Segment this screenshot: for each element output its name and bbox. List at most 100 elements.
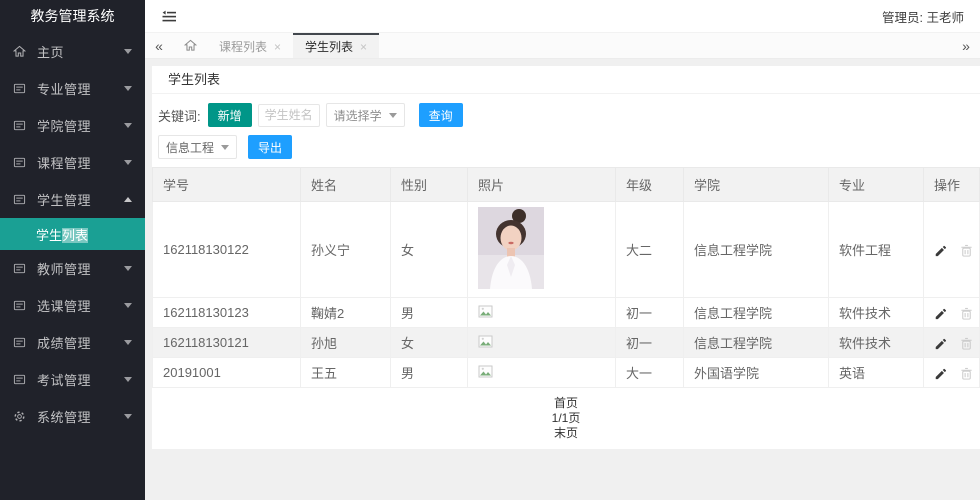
cell-major: 英语 bbox=[829, 358, 924, 388]
delete-icon[interactable] bbox=[960, 244, 973, 257]
delete-icon[interactable] bbox=[960, 367, 973, 380]
cell-grade: 大一 bbox=[616, 358, 684, 388]
sidebar-item-system-mgmt[interactable]: 系统管理 bbox=[0, 398, 145, 435]
table-row: 162118130121 孙旭 女 初一 信息工程学院 软件技术 bbox=[153, 328, 980, 358]
cell-college: 信息工程学院 bbox=[684, 328, 829, 358]
tab-bar: « 课程列表 × 学生列表 × » bbox=[145, 33, 980, 59]
table-row: 162118130123 鞠婧2 男 初一 信息工程学院 软件技术 bbox=[153, 298, 980, 328]
sidebar-item-label: 专业管理 bbox=[37, 79, 124, 98]
cell-name: 孙义宁 bbox=[301, 202, 391, 298]
cell-major: 软件工程 bbox=[829, 202, 924, 298]
chevron-down-icon bbox=[124, 49, 132, 54]
sidebar: 教务管理系统 主页 专业管理 学院管理 课 bbox=[0, 0, 145, 500]
module-icon bbox=[13, 119, 28, 132]
edit-icon[interactable] bbox=[934, 244, 947, 257]
chevron-down-icon bbox=[124, 377, 132, 382]
college-select[interactable]: 信息工程 bbox=[158, 135, 237, 159]
tab-student-list[interactable]: 学生列表 × bbox=[293, 33, 379, 58]
sidebar-item-label: 课程管理 bbox=[37, 153, 124, 172]
edit-icon[interactable] bbox=[934, 367, 947, 380]
table-row: 20191001 王五 男 大一 外国语学院 英语 bbox=[153, 358, 980, 388]
edit-icon[interactable] bbox=[934, 307, 947, 320]
export-button[interactable]: 导出 bbox=[248, 135, 292, 159]
student-table: 学号 姓名 性别 照片 年级 学院 专业 操作 162118130122 孙义宁 bbox=[152, 167, 980, 388]
tabs-scroll-left-button[interactable]: « bbox=[145, 33, 173, 58]
cell-name: 王五 bbox=[301, 358, 391, 388]
module-icon bbox=[13, 262, 28, 275]
menu-collapse-icon[interactable] bbox=[161, 9, 177, 23]
module-icon bbox=[13, 336, 28, 349]
grade-select[interactable]: 请选择学 bbox=[326, 103, 405, 127]
cell-college: 信息工程学院 bbox=[684, 298, 829, 328]
home-tab-icon[interactable] bbox=[173, 33, 207, 58]
col-grade: 年级 bbox=[616, 168, 684, 202]
add-button[interactable]: 新增 bbox=[208, 103, 252, 127]
sidebar-item-teacher-mgmt[interactable]: 教师管理 bbox=[0, 250, 145, 287]
cell-photo bbox=[468, 358, 616, 388]
cell-major: 软件技术 bbox=[829, 328, 924, 358]
table-header-row: 学号 姓名 性别 照片 年级 学院 专业 操作 bbox=[153, 168, 980, 202]
module-icon bbox=[13, 82, 28, 95]
chevron-down-icon bbox=[124, 414, 132, 419]
sidebar-item-major-mgmt[interactable]: 专业管理 bbox=[0, 70, 145, 107]
chevron-down-icon bbox=[124, 86, 132, 91]
col-gender: 性别 bbox=[391, 168, 468, 202]
last-page-link[interactable]: 末页 bbox=[152, 426, 980, 441]
close-icon[interactable]: × bbox=[274, 41, 281, 53]
delete-icon[interactable] bbox=[960, 307, 973, 320]
cell-student-id: 162118130123 bbox=[153, 298, 301, 328]
module-icon bbox=[13, 299, 28, 312]
close-icon[interactable]: × bbox=[360, 41, 367, 53]
sidebar-item-label: 教师管理 bbox=[37, 259, 124, 278]
app-title: 教务管理系统 bbox=[0, 0, 145, 33]
panel-title: 学生列表 bbox=[152, 66, 980, 94]
edit-icon[interactable] bbox=[934, 337, 947, 350]
cell-gender: 男 bbox=[391, 298, 468, 328]
sidebar-item-student-list[interactable]: 学生列表 bbox=[0, 218, 145, 250]
tab-course-list[interactable]: 课程列表 × bbox=[207, 33, 293, 58]
search-button[interactable]: 查询 bbox=[419, 103, 463, 127]
sidebar-item-college-mgmt[interactable]: 学院管理 bbox=[0, 107, 145, 144]
cell-name: 孙旭 bbox=[301, 328, 391, 358]
page-info: 1/1页 bbox=[152, 411, 980, 426]
chevron-down-icon bbox=[124, 123, 132, 128]
student-name-input[interactable] bbox=[258, 104, 320, 127]
student-photo bbox=[478, 207, 544, 289]
home-icon bbox=[13, 45, 28, 58]
cell-grade: 初一 bbox=[616, 328, 684, 358]
tabs-scroll-right-button[interactable]: » bbox=[952, 33, 980, 58]
sidebar-item-label: 考试管理 bbox=[37, 370, 124, 389]
cell-name: 鞠婧2 bbox=[301, 298, 391, 328]
chevron-down-icon bbox=[124, 303, 132, 308]
sidebar-item-course-mgmt[interactable]: 课程管理 bbox=[0, 144, 145, 181]
sidebar-item-score-mgmt[interactable]: 成绩管理 bbox=[0, 324, 145, 361]
sidebar-item-label: 学院管理 bbox=[37, 116, 124, 135]
sidebar-item-exam-mgmt[interactable]: 考试管理 bbox=[0, 361, 145, 398]
tab-label: 课程列表 bbox=[219, 38, 267, 55]
pagination: 首页 1/1页 末页 bbox=[152, 396, 980, 441]
chevron-down-icon bbox=[124, 266, 132, 271]
first-page-link[interactable]: 首页 bbox=[152, 396, 980, 411]
top-header: 管理员: 王老师 bbox=[145, 0, 980, 33]
sidebar-item-course-select-mgmt[interactable]: 选课管理 bbox=[0, 287, 145, 324]
sidebar-item-student-mgmt[interactable]: 学生管理 bbox=[0, 181, 145, 218]
delete-icon[interactable] bbox=[960, 337, 973, 350]
cell-gender: 男 bbox=[391, 358, 468, 388]
gear-icon bbox=[13, 410, 28, 423]
chevron-up-icon bbox=[124, 197, 132, 202]
sidebar-item-home[interactable]: 主页 bbox=[0, 33, 145, 70]
chevron-down-icon bbox=[124, 160, 132, 165]
sidebar-item-label: 主页 bbox=[37, 42, 124, 61]
cell-gender: 女 bbox=[391, 328, 468, 358]
cell-photo bbox=[468, 202, 616, 298]
broken-image-icon bbox=[478, 305, 493, 318]
module-icon bbox=[13, 373, 28, 386]
main-area: 管理员: 王老师 « 课程列表 × 学生列表 × » 学生列表 关键词: 新增 bbox=[145, 0, 980, 500]
col-name: 姓名 bbox=[301, 168, 391, 202]
admin-user-label: 管理员: 王老师 bbox=[882, 7, 964, 26]
filter-toolbar: 关键词: 新增 请选择学 查询 信息工程 导出 bbox=[152, 94, 980, 167]
sidebar-nav: 主页 专业管理 学院管理 课程管理 bbox=[0, 33, 145, 435]
broken-image-icon bbox=[478, 335, 493, 348]
cell-student-id: 20191001 bbox=[153, 358, 301, 388]
cell-grade: 大二 bbox=[616, 202, 684, 298]
